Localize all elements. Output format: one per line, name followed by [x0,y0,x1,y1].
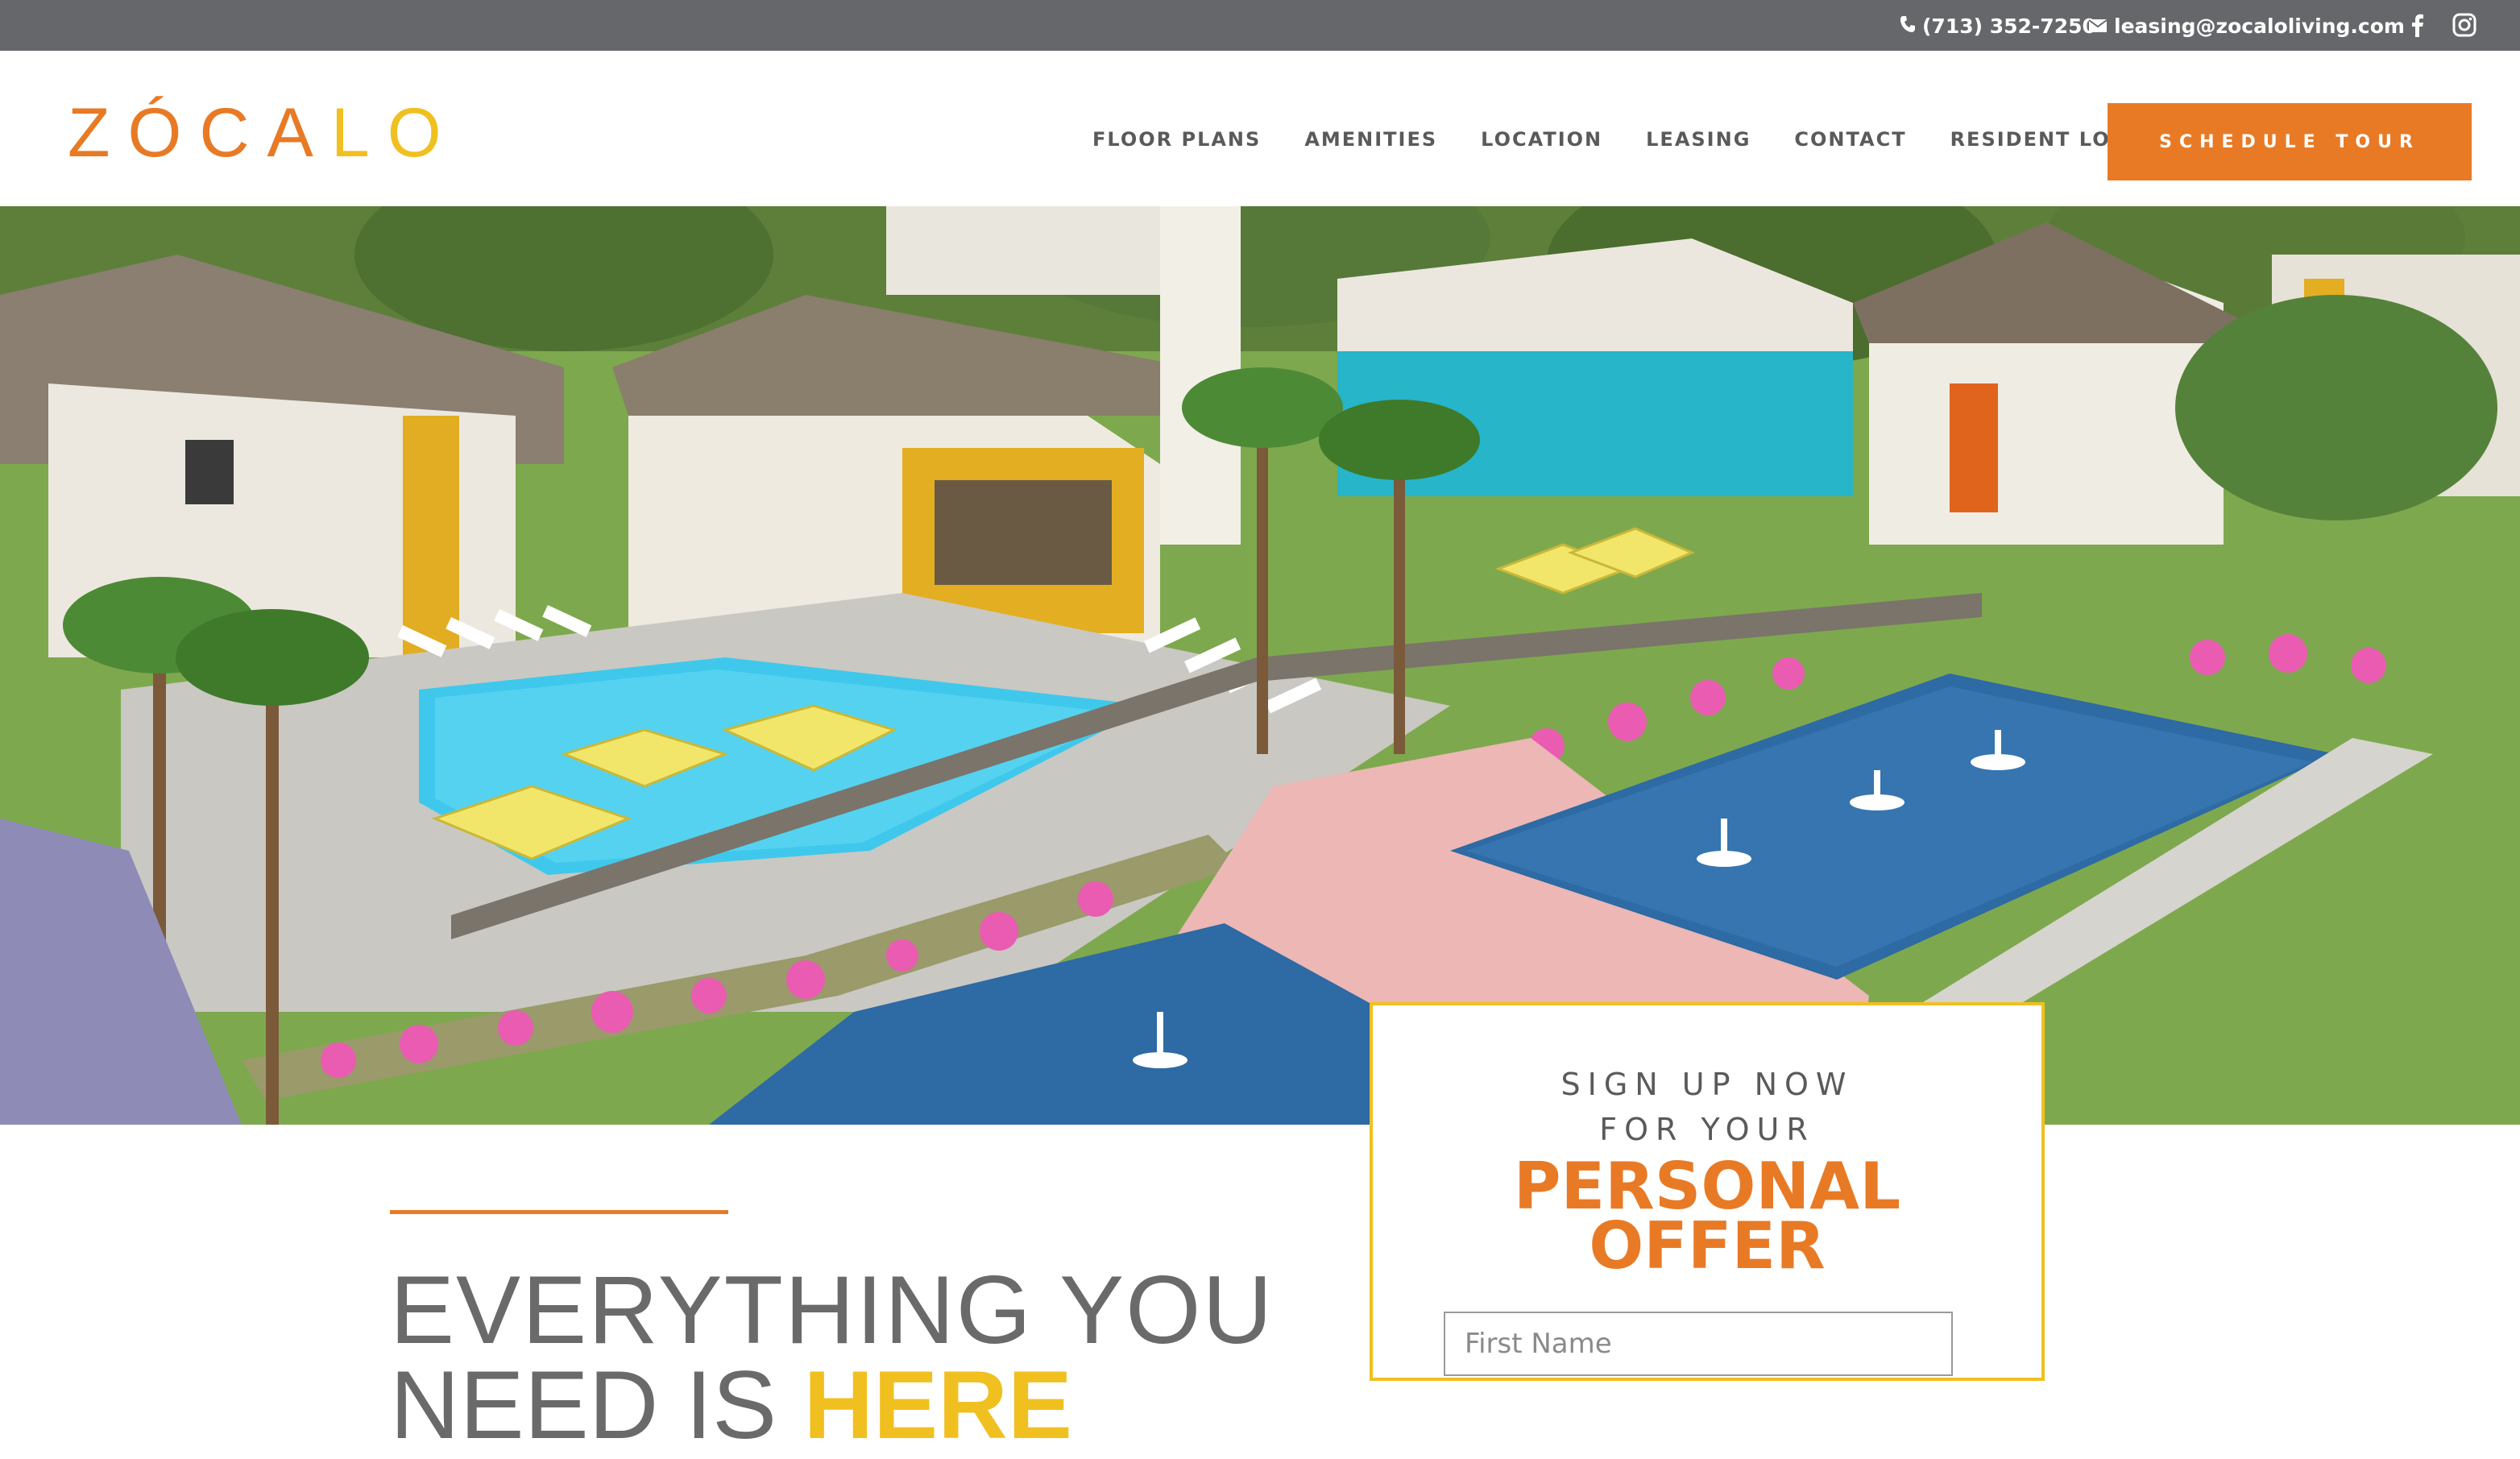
main-nav: FLOOR PLANS AMENITIES LOCATION LEASING C… [1092,128,2154,151]
signup-intro: SIGN UP NOW FOR YOUR [1373,1062,2041,1152]
phone-icon [1900,15,1916,38]
headline-line2-prefix: NEED IS [390,1351,804,1459]
offer-line2: OFFER [1589,1208,1826,1283]
personal-offer-title: PERSONAL OFFER [1373,1149,2041,1283]
nav-location[interactable]: LOCATION [1481,128,1602,151]
intro-section: EVERYTHING YOU NEED IS HERE [0,1125,2520,1453]
logo-text-primary: ZÓCA [68,94,331,172]
email-address: leasing@zocaloliving.com [2114,14,2405,38]
signup-line1: SIGN UP NOW [1560,1067,1854,1102]
headline-line2: NEED IS HERE [390,1357,1072,1453]
top-utility-bar: (713) 352-7250 leasing@zocaloliving.com [0,0,2520,51]
phone-number: (713) 352-7250 [1922,14,2096,38]
schedule-tour-button[interactable]: SCHEDULE TOUR [2108,103,2472,180]
site-header: ZÓCALO FLOOR PLANS AMENITIES LOCATION LE… [0,51,2520,206]
instagram-icon[interactable] [2449,10,2480,40]
first-name-field[interactable] [1444,1312,1953,1376]
facebook-icon[interactable] [2402,10,2433,40]
headline-line1: EVERYTHING YOU [390,1256,1275,1364]
offer-line1: PERSONAL [1513,1149,1901,1224]
signup-card: SIGN UP NOW FOR YOUR PERSONAL OFFER [1370,1002,2045,1381]
logo-text: ZÓCALO [68,94,459,172]
mail-icon [2088,15,2108,38]
phone-link[interactable]: (713) 352-7250 [1900,13,2096,39]
hero-illustration [0,206,2520,1125]
nav-contact[interactable]: CONTACT [1794,128,1906,151]
headline-highlight: HERE [803,1351,1072,1459]
zocalo-logo[interactable]: ZÓCALO [68,98,459,168]
email-link[interactable]: leasing@zocaloliving.com [2088,13,2405,39]
nav-amenities[interactable]: AMENITIES [1304,128,1437,151]
logo-text-accent: LO [330,94,459,172]
signup-line2: FOR YOUR [1599,1112,1815,1147]
headline-accent-line [390,1210,728,1214]
nav-leasing[interactable]: LEASING [1646,128,1751,151]
nav-floor-plans[interactable]: FLOOR PLANS [1092,128,1261,151]
